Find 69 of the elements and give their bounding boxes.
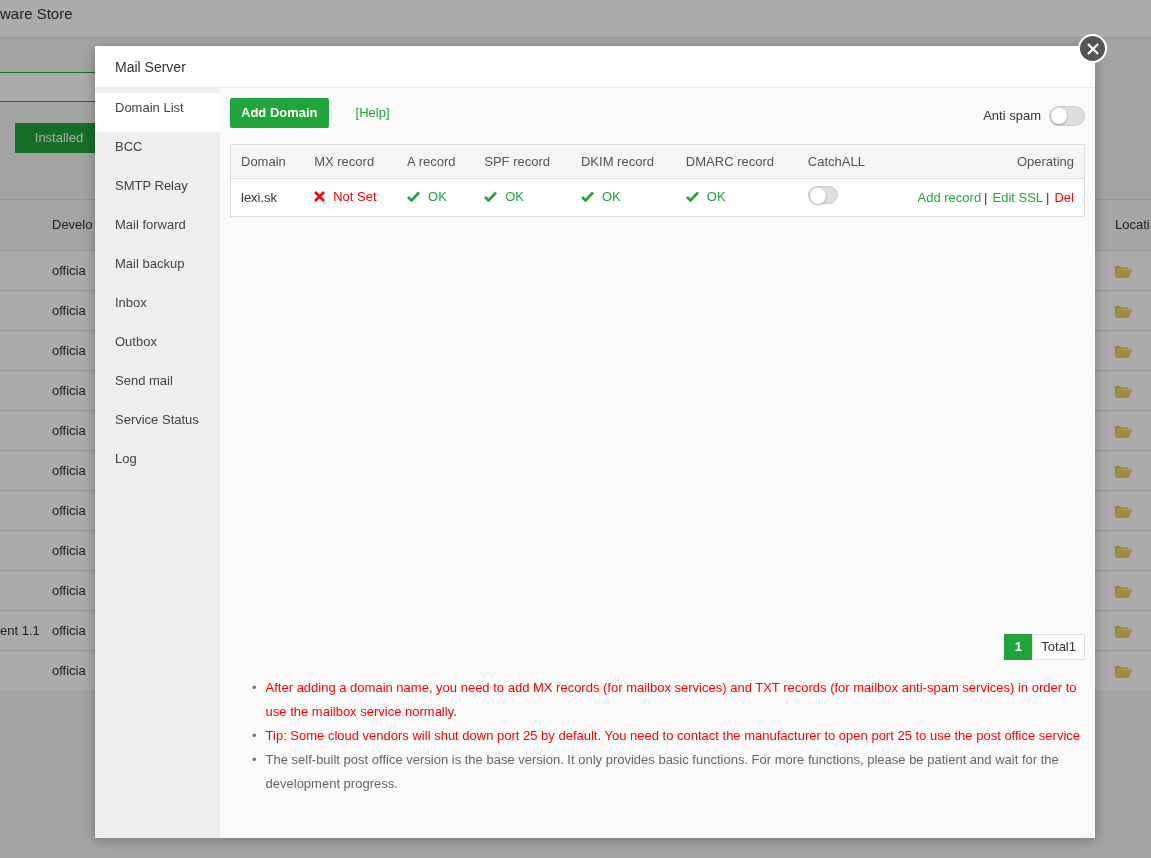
catchall-toggle[interactable] — [807, 186, 838, 205]
table-cell-text: officia — [52, 261, 86, 280]
status-text: OK — [706, 188, 726, 207]
folder-icon[interactable] — [1115, 584, 1132, 598]
folder-icon[interactable] — [1115, 304, 1132, 318]
status-text: Not Set — [333, 188, 377, 207]
folder-icon[interactable] — [1115, 504, 1132, 518]
folder-icon[interactable] — [1115, 344, 1132, 358]
column-header: Operating — [884, 144, 1085, 179]
separator: | — [984, 189, 988, 205]
sidebar-item[interactable]: SMTP Relay — [95, 171, 220, 210]
folder-icon[interactable] — [1115, 544, 1132, 558]
folder-icon[interactable] — [1115, 664, 1132, 678]
close-button[interactable] — [1078, 34, 1107, 63]
note-text: After adding a domain name, you need to add MX records (for mailbox services) and TXT records (for mailbox anti-spam services) in order to use the mailbox service normally. — [265, 679, 1078, 721]
table-cell-text: officia — [52, 421, 86, 440]
folder-icon[interactable] — [1115, 464, 1132, 478]
table-cell-text: officia — [52, 501, 86, 520]
column-header: DKIM record — [571, 144, 676, 179]
sidebar-item[interactable]: Service Status — [95, 405, 220, 444]
status-text: OK — [505, 188, 525, 207]
column-header: DMARC record — [675, 144, 798, 179]
bullet: • — [252, 751, 257, 769]
sidebar-item[interactable]: Send mail — [95, 366, 220, 405]
bullet: • — [252, 727, 257, 745]
column-header: Domain — [230, 144, 305, 179]
close-icon — [1086, 42, 1099, 55]
column-header: SPF record — [474, 144, 571, 179]
table-cell-text: officia — [52, 541, 86, 560]
note-text: Tip: Some cloud vendors will shut down port 25 by default. You need to contact the manufacturer to open port 25 to use the post office service — [265, 727, 1080, 745]
check-icon — [407, 191, 421, 203]
note-text: The self-built post office version is the base version. It only provides basic functions. For more functions, please be patient and wait for the development progress. — [265, 751, 1060, 793]
status-text: OK — [602, 188, 621, 207]
check-icon — [685, 191, 699, 203]
check-icon — [581, 191, 594, 203]
sidebar-item[interactable]: Inbox — [95, 288, 220, 327]
column-header: MX record — [304, 144, 398, 179]
table-cell-text: officia — [52, 661, 86, 680]
separator: | — [1046, 189, 1050, 205]
column-header: Develo — [52, 216, 93, 235]
bullet: • — [252, 679, 257, 697]
folder-icon[interactable] — [1115, 384, 1132, 398]
table-cell: lexi.sk — [230, 178, 305, 217]
anti-spam-toggle[interactable] — [1049, 106, 1085, 126]
table-cell-text: ent 1.1 — [0, 621, 40, 640]
action-link[interactable]: Del — [1054, 189, 1074, 205]
column-header: A record — [397, 144, 475, 179]
table-cell-text: officia — [52, 621, 86, 640]
total-count: Total1 — [1032, 634, 1085, 660]
sidebar-item[interactable]: Domain List — [95, 93, 220, 132]
page-title: ware Store — [0, 5, 73, 22]
column-header: Locati — [1115, 216, 1150, 235]
table-cell-text: officia — [52, 301, 86, 320]
table-cell-text: officia — [52, 581, 86, 600]
anti-spam-label: Anti spam — [983, 107, 1041, 126]
sidebar-item[interactable]: Log — [95, 444, 220, 483]
sidebar-item[interactable]: Mail forward — [95, 210, 220, 249]
column-header: CatchALL — [797, 144, 885, 179]
table-cell-text: officia — [52, 381, 86, 400]
status-text: OK — [428, 188, 447, 207]
folder-icon[interactable] — [1115, 624, 1132, 638]
folder-icon[interactable] — [1115, 424, 1132, 438]
sidebar-item[interactable]: Mail backup — [95, 249, 220, 288]
table-cell-text: officia — [52, 461, 86, 480]
sidebar-item[interactable]: Outbox — [95, 327, 220, 366]
check-icon — [484, 191, 498, 203]
folder-icon[interactable] — [1115, 264, 1132, 278]
table-cell-text: officia — [52, 341, 86, 360]
cross-icon — [314, 191, 326, 203]
